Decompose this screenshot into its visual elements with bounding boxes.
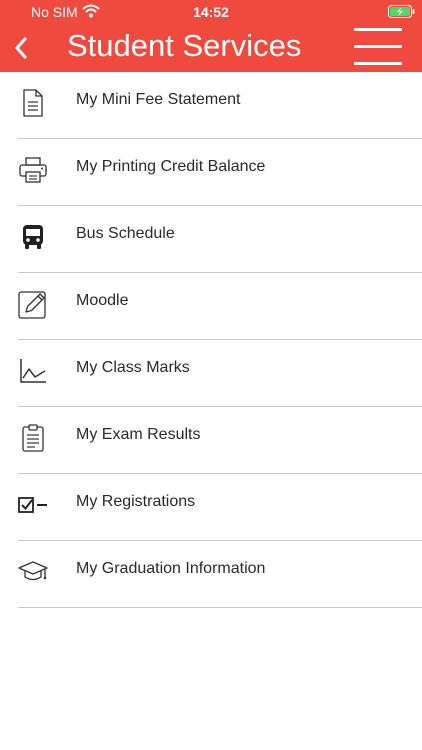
battery-charging-icon — [388, 5, 415, 18]
list-item-label: My Class Marks — [76, 359, 190, 376]
list-item-registrations[interactable]: My Registrations — [18, 474, 422, 541]
list-item-label: My Graduation Information — [76, 560, 266, 577]
hamburger-menu-icon — [354, 28, 402, 31]
list-item-label: Moodle — [76, 292, 129, 309]
services-list: My Mini Fee Statement My Printing Credit… — [0, 72, 422, 608]
hamburger-menu-button[interactable] — [354, 26, 402, 68]
checkbox-list-icon — [18, 489, 48, 521]
pencil-edit-icon — [18, 288, 48, 320]
back-button[interactable] — [6, 30, 36, 66]
list-item-label: My Registrations — [76, 493, 196, 510]
graduation-cap-icon — [18, 556, 48, 588]
printer-icon — [18, 154, 48, 186]
list-item-class-marks[interactable]: My Class Marks — [18, 340, 422, 407]
bus-icon — [18, 221, 48, 253]
list-item-label: Bus Schedule — [76, 225, 175, 242]
list-item-mini-fee-statement[interactable]: My Mini Fee Statement — [18, 72, 422, 139]
list-item-graduation-information[interactable]: My Graduation Information — [18, 541, 422, 608]
status-clock: 14:52 — [193, 4, 229, 20]
status-bar: No SIM 14:52 — [0, 0, 422, 24]
list-item-label: My Mini Fee Statement — [76, 91, 241, 108]
list-item-exam-results[interactable]: My Exam Results — [18, 407, 422, 474]
list-item-printing-credit-balance[interactable]: My Printing Credit Balance — [18, 139, 422, 206]
list-item-bus-schedule[interactable]: Bus Schedule — [18, 206, 422, 273]
list-item-moodle[interactable]: Moodle — [18, 273, 422, 340]
document-icon — [18, 87, 48, 119]
clipboard-icon — [18, 422, 48, 454]
chevron-left-icon — [15, 37, 27, 59]
page-title: Student Services — [67, 28, 302, 63]
app-header: No SIM 14:52 Student Services — [0, 0, 422, 72]
list-item-label: My Exam Results — [76, 426, 201, 443]
list-item-label: My Printing Credit Balance — [76, 158, 266, 175]
line-chart-icon — [18, 355, 48, 387]
